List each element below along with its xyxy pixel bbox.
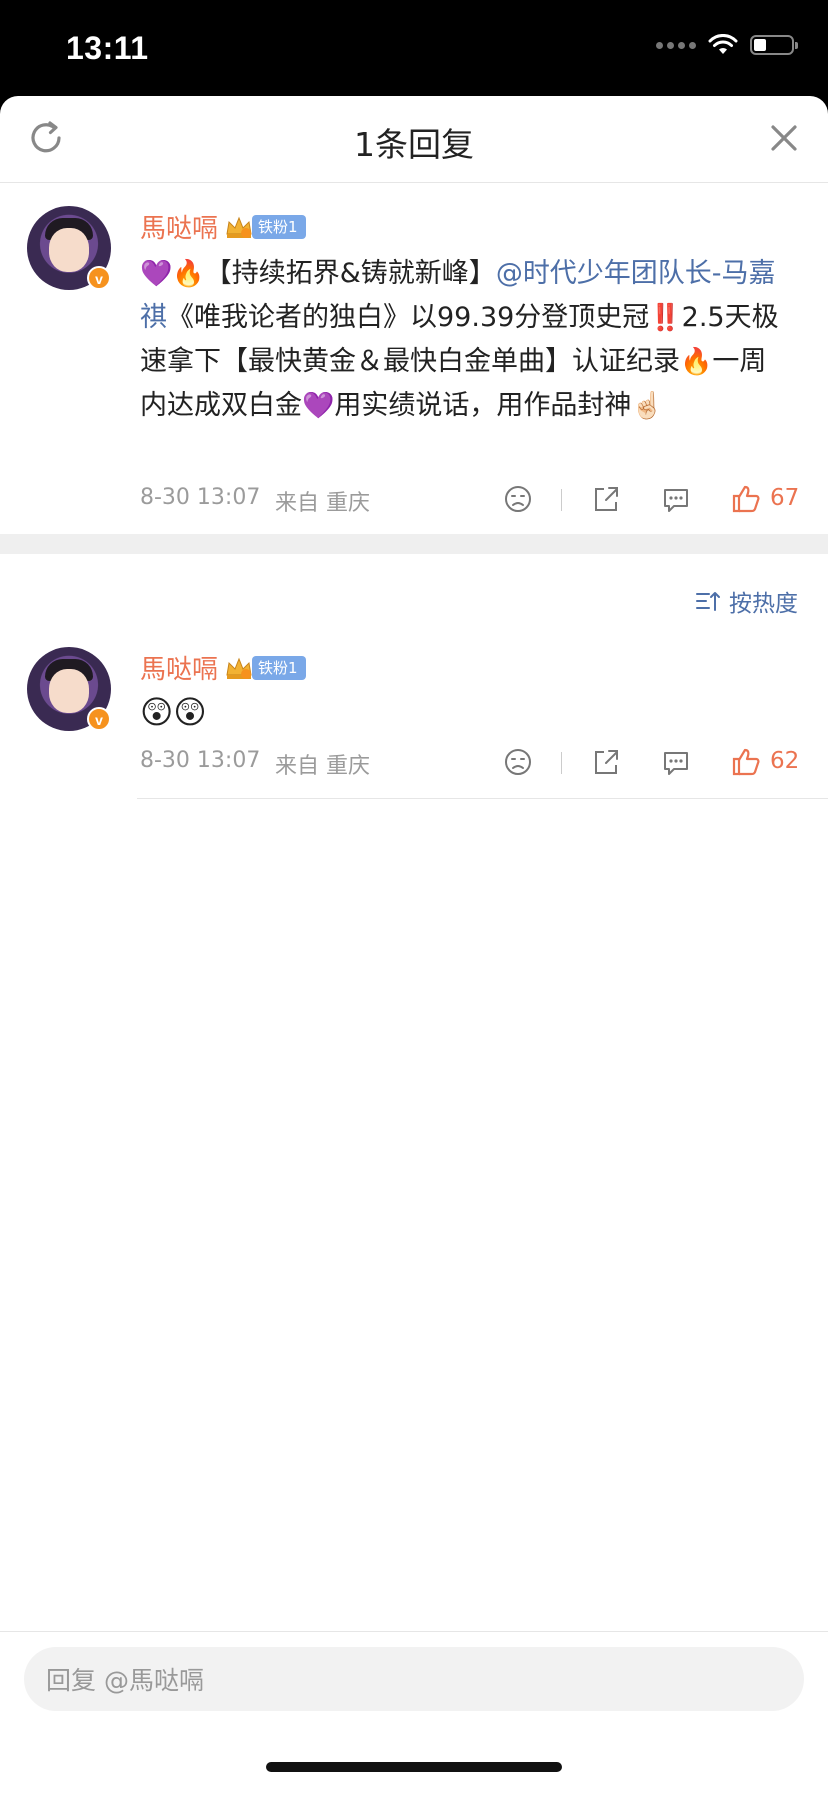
username[interactable]: 馬哒嗝 xyxy=(140,649,218,686)
share-icon[interactable] xyxy=(590,746,622,778)
share-icon[interactable] xyxy=(590,483,622,515)
comment-source: 来自 重庆 xyxy=(275,491,370,516)
section-divider xyxy=(0,534,828,554)
like-count: 62 xyxy=(770,748,800,774)
fan-badge: 铁粉1 xyxy=(252,214,306,239)
fan-badge: 铁粉1 xyxy=(252,655,306,680)
sheet-header: 1条回复 xyxy=(0,96,828,183)
status-icons xyxy=(656,34,798,56)
comment-icon[interactable] xyxy=(660,483,692,515)
avatar[interactable]: v xyxy=(27,206,111,290)
username-row: 馬哒嗝 铁粉1 xyxy=(140,649,306,686)
signal-icon xyxy=(656,41,696,49)
comment-icon[interactable] xyxy=(660,746,692,778)
reply-sheet: 1条回复 v 馬哒嗝 铁粉1 💜🔥【持续拓界&铸就新峰】@时代少年团队长-马嘉祺… xyxy=(0,96,828,1793)
reply-time: 8-30 13:07 xyxy=(140,748,261,773)
avatar[interactable]: v xyxy=(27,647,111,731)
status-time: 13:11 xyxy=(66,30,149,66)
row-divider xyxy=(137,798,828,799)
verified-badge-icon: v xyxy=(87,266,111,290)
username-row: 馬哒嗝 铁粉1 xyxy=(140,208,306,245)
reply-meta: 8-30 13:07 来自 重庆 62 xyxy=(140,742,800,782)
reply-content: 😲😲 xyxy=(140,693,207,731)
comment-content: 💜🔥【持续拓界&铸就新峰】@时代少年团队长-马嘉祺《唯我论者的独白》以99.39… xyxy=(140,258,779,421)
wifi-icon xyxy=(708,34,738,54)
crown-icon xyxy=(226,657,252,679)
sort-icon xyxy=(696,592,720,611)
comment-time: 8-30 13:07 xyxy=(140,485,261,510)
status-bar: 13:11 xyxy=(0,0,828,96)
dislike-face-icon[interactable] xyxy=(502,746,534,778)
sort-by-hot-button[interactable]: 按热度 xyxy=(695,584,798,618)
reply-input[interactable]: 回复 @馬哒嗝 xyxy=(24,1647,804,1711)
reply-bar: 回复 @馬哒嗝 xyxy=(0,1631,828,1793)
like-count: 67 xyxy=(770,485,800,511)
like-thumb-icon[interactable] xyxy=(730,746,762,778)
sort-label: 按热度 xyxy=(729,591,798,617)
close-icon[interactable] xyxy=(764,118,804,158)
username[interactable]: 馬哒嗝 xyxy=(140,208,218,245)
comment-meta: 8-30 13:07 来自 重庆 67 xyxy=(140,479,800,519)
crown-icon xyxy=(226,216,252,238)
dislike-face-icon[interactable] xyxy=(502,483,534,515)
reply-source: 来自 重庆 xyxy=(275,754,370,779)
home-indicator[interactable] xyxy=(266,1762,562,1772)
page-title: 1条回复 xyxy=(354,125,474,164)
verified-badge-icon: v xyxy=(87,707,111,731)
battery-icon xyxy=(750,35,798,55)
like-thumb-icon[interactable] xyxy=(730,483,762,515)
